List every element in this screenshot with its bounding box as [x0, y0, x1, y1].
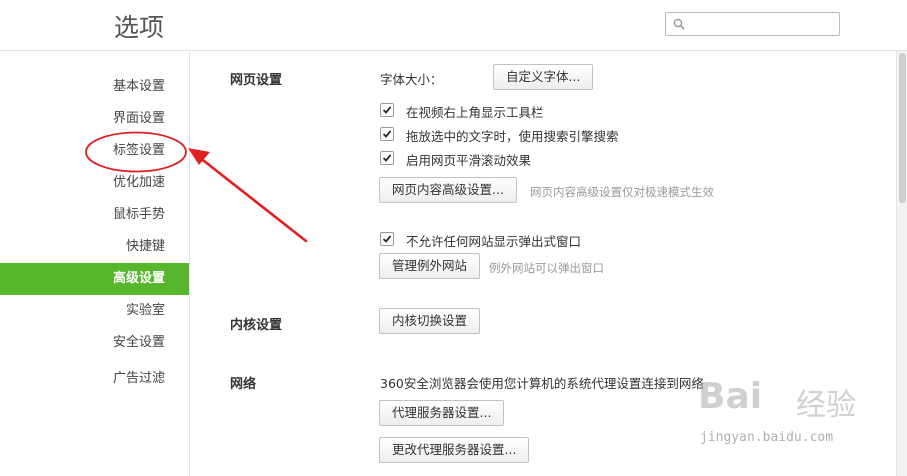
option-label: 不允许任何网站显示弹出式窗口 — [406, 234, 582, 249]
annotation-ellipse — [85, 131, 187, 173]
change-proxy-settings-button[interactable]: 更改代理服务器设置... — [379, 437, 530, 463]
custom-font-button[interactable]: 自定义字体... — [493, 64, 594, 90]
checkbox[interactable] — [380, 232, 394, 246]
sidebar-item-security[interactable]: 安全设置 — [0, 327, 189, 359]
advanced-content-settings-button[interactable]: 网页内容高级设置... — [379, 177, 517, 203]
sidebar-item-adblock[interactable]: 广告过滤 — [0, 363, 189, 395]
manage-exceptions-button[interactable]: 管理例外网站 — [379, 253, 481, 279]
checkbox[interactable] — [380, 151, 394, 165]
checkmark-icon — [382, 130, 392, 138]
advanced-settings-hint: 网页内容高级设置仅对极速模式生效 — [530, 185, 714, 199]
option-label: 拖放选中的文字时，使用搜索引擎搜索 — [406, 129, 619, 144]
scrollbar-thumb[interactable] — [899, 53, 906, 203]
checkmark-icon — [382, 235, 392, 243]
search-input[interactable] — [665, 12, 840, 36]
font-size-label: 字体大小： — [380, 72, 443, 87]
sidebar: 基本设置 界面设置 标签设置 优化加速 鼠标手势 快捷键 高级设置 实验室 安全… — [0, 51, 190, 476]
exceptions-hint: 例外网站可以弹出窗口 — [489, 261, 604, 275]
search-icon — [673, 18, 685, 30]
option-label: 启用网页平滑滚动效果 — [406, 153, 532, 168]
option-label: 在视频右上角显示工具栏 — [406, 105, 544, 120]
sidebar-item-advanced[interactable]: 高级设置 — [0, 263, 189, 295]
header: 选项 — [0, 0, 907, 51]
checkmark-icon — [382, 154, 392, 162]
sidebar-item-lab[interactable]: 实验室 — [0, 295, 189, 327]
watermark-logo-suffix: 经验 — [796, 388, 856, 423]
network-description: 360安全浏览器会使用您计算机的系统代理设置连接到网络 — [380, 376, 704, 391]
proxy-settings-button[interactable]: 代理服务器设置... — [379, 400, 505, 426]
section-title-network: 网络 — [230, 377, 257, 392]
baidu-jingyan-watermark: Bai 经验 jingyan.baidu.com — [690, 372, 902, 472]
sidebar-item-shortcuts[interactable]: 快捷键 — [0, 231, 189, 263]
kernel-switch-button[interactable]: 内核切换设置 — [379, 308, 481, 334]
page-title: 选项 — [114, 13, 165, 42]
watermark-logo-text: Bai — [698, 376, 763, 417]
annotation-arrow — [188, 148, 308, 243]
checkmark-icon — [382, 106, 392, 114]
checkbox[interactable] — [380, 103, 394, 117]
section-title-kernel: 内核设置 — [230, 318, 283, 333]
sidebar-item-basic[interactable]: 基本设置 — [0, 71, 189, 103]
sidebar-item-mouse-gesture[interactable]: 鼠标手势 — [0, 199, 189, 231]
checkbox[interactable] — [380, 127, 394, 141]
section-title-web: 网页设置 — [230, 73, 283, 88]
watermark-url: jingyan.baidu.com — [700, 430, 834, 445]
